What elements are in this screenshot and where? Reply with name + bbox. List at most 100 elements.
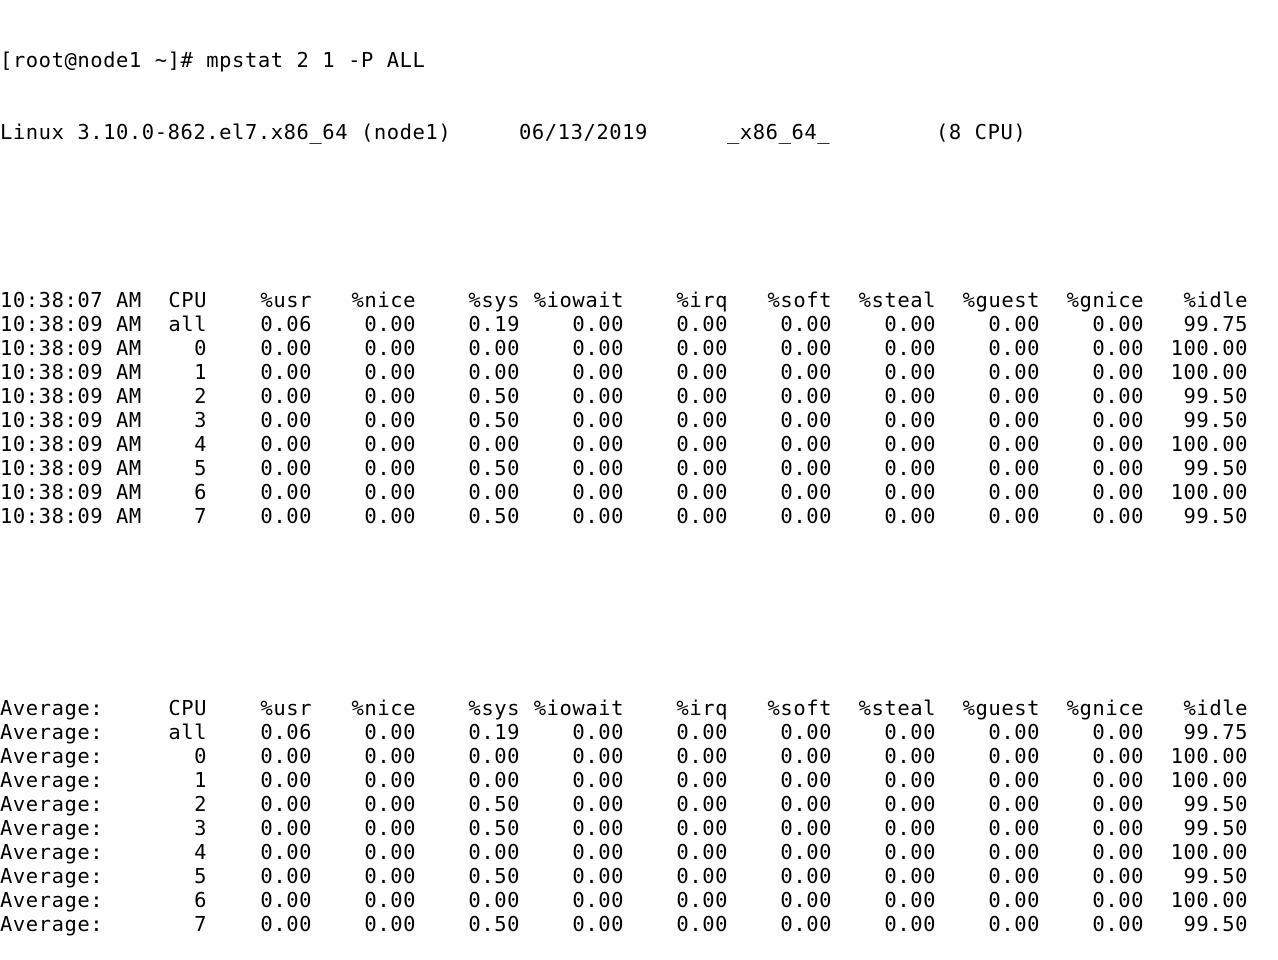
cell-time: Average: bbox=[0, 912, 104, 936]
cell-usr: 0.00 bbox=[260, 744, 312, 768]
cell-guest: 0.00 bbox=[988, 720, 1040, 744]
cell-usr: 0.00 bbox=[260, 840, 312, 864]
cell-sys: 0.00 bbox=[468, 480, 520, 504]
sample-stats-table: 10:38:07 AM CPU %usr %nice %sys %iowait %irq %s… bbox=[0, 288, 1278, 528]
header-steal: %steal bbox=[858, 696, 936, 720]
cell-soft: 0.00 bbox=[780, 384, 832, 408]
cell-guest: 0.00 bbox=[988, 888, 1040, 912]
header-soft: %soft bbox=[767, 696, 832, 720]
cell-guest: 0.00 bbox=[988, 864, 1040, 888]
sample-row: 10:38:09 AM 4 0.00 0.00 0.00 0.00 0.00 0.00 0.00… bbox=[0, 432, 1278, 456]
cell-nice: 0.00 bbox=[364, 336, 416, 360]
cell-guest: 0.00 bbox=[988, 384, 1040, 408]
cell-soft: 0.00 bbox=[780, 336, 832, 360]
cell-cpu: all bbox=[168, 312, 207, 336]
cell-cpu: 6 bbox=[194, 888, 207, 912]
cell-iowait: 0.00 bbox=[572, 432, 624, 456]
cell-irq: 0.00 bbox=[676, 720, 728, 744]
cell-iowait: 0.00 bbox=[572, 408, 624, 432]
cell-nice: 0.00 bbox=[364, 384, 416, 408]
cell-irq: 0.00 bbox=[676, 360, 728, 384]
cell-steal: 0.00 bbox=[884, 312, 936, 336]
sample-row: 10:38:09 AM 3 0.00 0.00 0.50 0.00 0.00 0.00 0.00… bbox=[0, 408, 1278, 432]
cell-time: 10:38:09 AM bbox=[0, 504, 142, 528]
cell-sys: 0.00 bbox=[468, 432, 520, 456]
cell-time: 10:38:09 AM bbox=[0, 384, 142, 408]
cell-time: 10:38:09 AM bbox=[0, 456, 142, 480]
cell-guest: 0.00 bbox=[988, 792, 1040, 816]
header-guest: %guest bbox=[962, 288, 1040, 312]
cell-time: Average: bbox=[0, 720, 104, 744]
cell-nice: 0.00 bbox=[364, 720, 416, 744]
cell-iowait: 0.00 bbox=[572, 744, 624, 768]
cell-steal: 0.00 bbox=[884, 480, 936, 504]
cell-sys: 0.00 bbox=[468, 336, 520, 360]
cell-guest: 0.00 bbox=[988, 816, 1040, 840]
cell-cpu: all bbox=[168, 720, 207, 744]
cell-time: 10:38:09 AM bbox=[0, 336, 142, 360]
cell-gnice: 0.00 bbox=[1092, 312, 1144, 336]
cell-iowait: 0.00 bbox=[572, 840, 624, 864]
cell-nice: 0.00 bbox=[364, 792, 416, 816]
cell-soft: 0.00 bbox=[780, 408, 832, 432]
average-row: Average: 0 0.00 0.00 0.00 0.00 0.00 0.00 0.00 0.0… bbox=[0, 744, 1278, 768]
cell-usr: 0.06 bbox=[260, 720, 312, 744]
cell-steal: 0.00 bbox=[884, 408, 936, 432]
terminal-window[interactable]: [root@node1 ~]# mpstat 2 1 -P ALL Linux … bbox=[0, 0, 1278, 936]
cell-guest: 0.00 bbox=[988, 312, 1040, 336]
command-prompt: [root@node1 ~]# mpstat 2 1 -P ALL bbox=[0, 48, 426, 72]
average-header-row: Average: CPU %usr %nice %sys %iowait %irq %soft… bbox=[0, 696, 1278, 720]
cell-gnice: 0.00 bbox=[1092, 768, 1144, 792]
cell-sys: 0.50 bbox=[468, 816, 520, 840]
cell-idle: 99.50 bbox=[1183, 816, 1248, 840]
cell-iowait: 0.00 bbox=[572, 312, 624, 336]
header-gnice: %gnice bbox=[1066, 696, 1144, 720]
cell-usr: 0.00 bbox=[260, 384, 312, 408]
cell-cpu: 4 bbox=[194, 432, 207, 456]
sample-row: 10:38:09 AM 5 0.00 0.00 0.50 0.00 0.00 0.00 0.00… bbox=[0, 456, 1278, 480]
sample-row: 10:38:09 AM 0 0.00 0.00 0.00 0.00 0.00 0.00 0.00… bbox=[0, 336, 1278, 360]
cell-soft: 0.00 bbox=[780, 888, 832, 912]
cell-gnice: 0.00 bbox=[1092, 888, 1144, 912]
cell-sys: 0.00 bbox=[468, 768, 520, 792]
cell-time: Average: bbox=[0, 840, 104, 864]
cell-iowait: 0.00 bbox=[572, 816, 624, 840]
cell-irq: 0.00 bbox=[676, 336, 728, 360]
cell-irq: 0.00 bbox=[676, 912, 728, 936]
header-steal: %steal bbox=[858, 288, 936, 312]
average-row: Average: 3 0.00 0.00 0.50 0.00 0.00 0.00 0.00 0.0… bbox=[0, 816, 1278, 840]
cell-cpu: 5 bbox=[194, 456, 207, 480]
cell-guest: 0.00 bbox=[988, 840, 1040, 864]
kernel-info: Linux 3.10.0-862.el7.x86_64 (node1) bbox=[0, 120, 452, 144]
cell-irq: 0.00 bbox=[676, 840, 728, 864]
cell-sys: 0.19 bbox=[468, 312, 520, 336]
cell-guest: 0.00 bbox=[988, 336, 1040, 360]
cell-steal: 0.00 bbox=[884, 816, 936, 840]
cell-idle: 100.00 bbox=[1170, 480, 1248, 504]
cell-guest: 0.00 bbox=[988, 912, 1040, 936]
cell-nice: 0.00 bbox=[364, 768, 416, 792]
cell-sys: 0.50 bbox=[468, 408, 520, 432]
header-gnice: %gnice bbox=[1066, 288, 1144, 312]
cell-soft: 0.00 bbox=[780, 816, 832, 840]
cell-steal: 0.00 bbox=[884, 792, 936, 816]
cell-cpu: 3 bbox=[194, 408, 207, 432]
cell-idle: 99.50 bbox=[1183, 504, 1248, 528]
cell-steal: 0.00 bbox=[884, 384, 936, 408]
cell-time: Average: bbox=[0, 888, 104, 912]
cell-irq: 0.00 bbox=[676, 408, 728, 432]
cell-usr: 0.00 bbox=[260, 816, 312, 840]
cell-usr: 0.00 bbox=[260, 912, 312, 936]
cell-cpu: 5 bbox=[194, 864, 207, 888]
cell-usr: 0.00 bbox=[260, 888, 312, 912]
cell-iowait: 0.00 bbox=[572, 504, 624, 528]
cell-time: Average: bbox=[0, 816, 104, 840]
cell-steal: 0.00 bbox=[884, 888, 936, 912]
cell-cpu: 6 bbox=[194, 480, 207, 504]
cell-time: 10:38:09 AM bbox=[0, 432, 142, 456]
header-time: 10:38:07 AM bbox=[0, 288, 142, 312]
cell-irq: 0.00 bbox=[676, 480, 728, 504]
cell-nice: 0.00 bbox=[364, 840, 416, 864]
cell-steal: 0.00 bbox=[884, 360, 936, 384]
